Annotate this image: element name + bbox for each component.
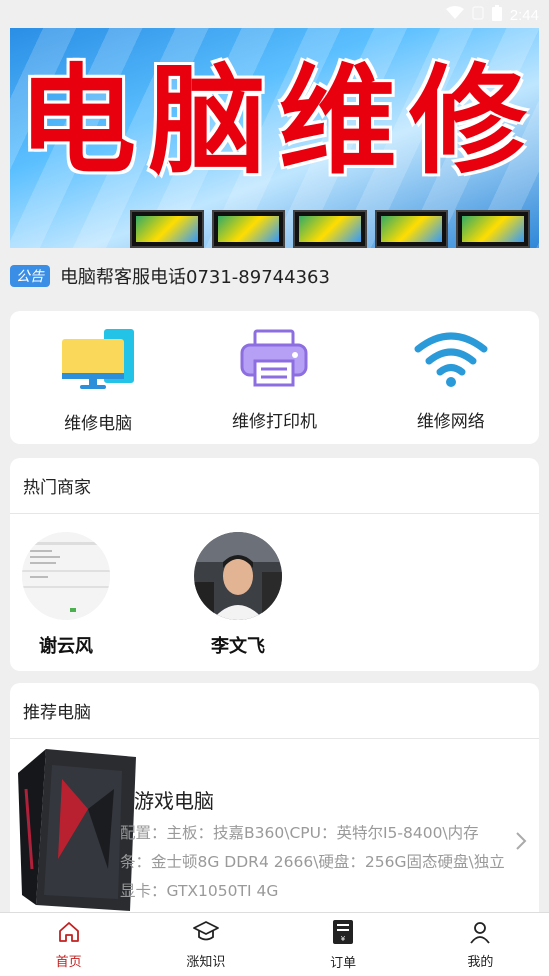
service-repair-printer[interactable]: 维修打印机	[199, 323, 349, 432]
service-label: 维修电脑	[64, 414, 133, 434]
battery-icon	[491, 5, 502, 25]
tab-home[interactable]: 首页	[24, 920, 114, 970]
svg-text:¥: ¥	[341, 935, 346, 943]
banner-laptops	[130, 198, 530, 248]
tab-label: 涨知识	[186, 954, 226, 970]
tab-knowledge[interactable]: 涨知识	[161, 920, 251, 970]
wifi-icon	[414, 329, 488, 393]
notice-bar[interactable]: 公告 电脑帮客服电话0731-89744363	[10, 262, 330, 290]
notice-text: 电脑帮客服电话0731-89744363	[60, 267, 330, 288]
banner-title: 电 脑 维 修	[14, 46, 535, 196]
banner-char: 脑	[148, 52, 271, 190]
product-description: 配置：主板：技嘉B360\CPU：英特尔I5-8400\内存条：金士顿8G DD…	[120, 824, 505, 900]
tab-label: 订单	[330, 955, 357, 971]
avatar	[194, 532, 282, 620]
product-image	[18, 749, 136, 911]
service-repair-network[interactable]: 维修网络	[376, 323, 526, 432]
monitor-icon	[60, 327, 136, 395]
home-icon	[57, 920, 81, 948]
banner-char: 修	[408, 52, 531, 190]
service-grid: 维修电脑 维修打印机 维修网络	[10, 311, 539, 444]
product-name: 游戏电脑	[134, 789, 214, 813]
service-label: 维修打印机	[231, 412, 317, 432]
status-bar: 2:44	[0, 0, 549, 30]
section-title: 热门商家	[10, 458, 539, 514]
banner-image[interactable]: 电 脑 维 修	[10, 28, 539, 248]
order-icon: ¥	[332, 919, 354, 949]
tab-label: 首页	[55, 954, 82, 970]
avatar	[22, 532, 110, 620]
banner-char: 维	[278, 52, 401, 190]
service-repair-computer[interactable]: 维修电脑	[23, 321, 173, 434]
merchant-item[interactable]: 谢云风	[22, 532, 110, 658]
bottom-tab-bar: 首页 涨知识 ¥ 订单 我的	[0, 912, 549, 976]
hot-merchants-card: 热门商家 谢云风 李文飞	[10, 458, 539, 671]
clock: 2:44	[509, 6, 539, 24]
graduation-cap-icon	[192, 920, 219, 948]
recommend-card: 推荐电脑 游戏电脑 配置：主板：技嘉B360\CPU：英特尔I5-8400\内存…	[10, 683, 539, 943]
section-title: 推荐电脑	[10, 683, 539, 739]
product-item[interactable]: 游戏电脑 配置：主板：技嘉B360\CPU：英特尔I5-8400\内存条：金士顿…	[10, 739, 539, 919]
merchant-item[interactable]: 李文飞	[194, 532, 282, 658]
tab-orders[interactable]: ¥ 订单	[298, 919, 388, 971]
chevron-right-icon	[515, 831, 527, 857]
sim-icon	[472, 6, 484, 24]
merchant-name: 谢云风	[39, 636, 93, 657]
user-icon	[468, 920, 492, 948]
banner-char: 电	[18, 52, 141, 190]
wifi-icon	[445, 6, 464, 24]
tab-label: 我的	[467, 954, 494, 970]
printer-icon	[239, 329, 309, 393]
service-label: 维修网络	[416, 412, 485, 432]
merchant-name: 李文飞	[211, 636, 265, 657]
tab-mine[interactable]: 我的	[435, 920, 525, 970]
notice-tag: 公告	[10, 265, 50, 287]
